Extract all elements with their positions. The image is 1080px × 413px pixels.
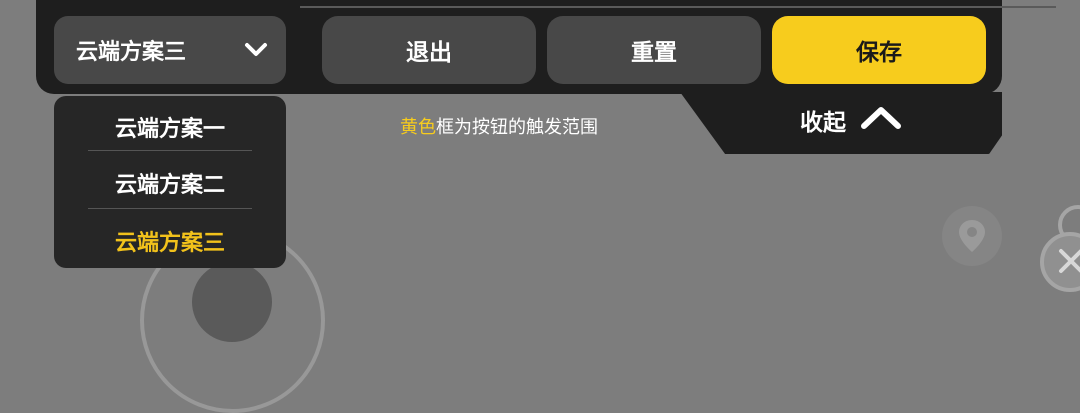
location-pin-icon: [942, 206, 1002, 266]
dropdown-item-scheme-3[interactable]: 云端方案三: [88, 212, 252, 268]
scheme-dropdown-list: 云端方案一 云端方案二 云端方案三: [54, 96, 286, 268]
scheme-select-value: 云端方案三: [76, 40, 187, 65]
chevron-down-icon: [244, 40, 268, 65]
chevron-up-icon: [860, 105, 902, 135]
panel-divider: [300, 6, 1056, 8]
collapse-label: 收起: [800, 110, 846, 136]
save-button[interactable]: 保存: [772, 16, 986, 84]
hint-text: 框为按钮的触发范围: [436, 117, 598, 138]
dropdown-item-scheme-1[interactable]: 云端方案一: [88, 98, 252, 156]
exit-button[interactable]: 退出: [322, 16, 536, 84]
dropdown-item-scheme-2[interactable]: 云端方案二: [88, 154, 252, 212]
reset-button[interactable]: 重置: [547, 16, 761, 84]
trigger-area-hint: 黄色框为按钮的触发范围: [400, 113, 598, 139]
hint-accent-text: 黄色: [400, 117, 436, 138]
close-icon: [1040, 232, 1080, 292]
dropdown-divider: [88, 150, 252, 151]
background-circle-core: [192, 262, 272, 342]
dropdown-divider: [88, 208, 252, 209]
collapse-button[interactable]: 收起: [800, 100, 930, 140]
scheme-select[interactable]: 云端方案三: [54, 16, 286, 84]
